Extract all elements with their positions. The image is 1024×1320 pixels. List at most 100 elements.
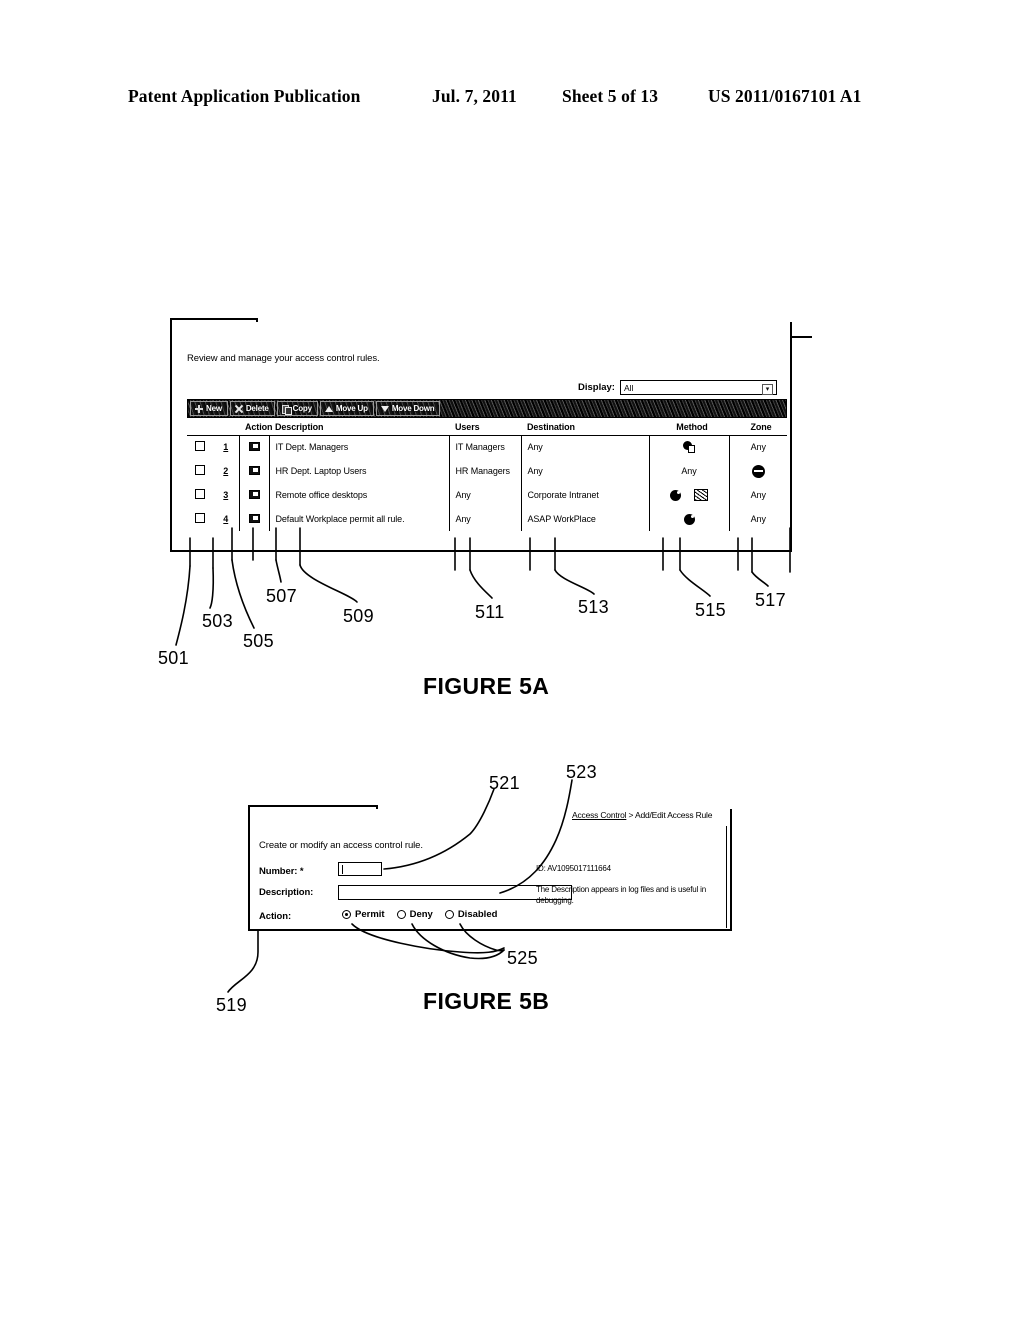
table-header-rule — [187, 435, 787, 436]
patent-header: Patent Application Publication Jul. 7, 2… — [0, 86, 1024, 112]
lock-icon — [682, 440, 696, 454]
reference-numeral-503: 503 — [202, 611, 233, 631]
rule-flag-icon — [248, 513, 260, 523]
publication-label: Patent Application Publication — [128, 86, 361, 106]
rule-number-link[interactable]: 2 — [223, 466, 228, 476]
breadcrumb-link-access-control[interactable]: Access Control — [572, 810, 627, 820]
copy-button[interactable]: Copy — [276, 401, 318, 416]
delete-button-label: Delete — [245, 404, 269, 413]
row-action-cell — [238, 483, 269, 507]
row-description-cell: IT Dept. Managers — [268, 435, 449, 459]
move-up-button-label: Move Up — [335, 404, 368, 413]
col-header-action: Action — [245, 421, 273, 432]
col-header-select — [187, 419, 213, 435]
access-control-outer-frame — [0, 0, 640, 238]
table-row: 3 Remote office desktops Any Corporate I… — [187, 483, 787, 507]
breadcrumb-separator: > — [626, 810, 635, 820]
col-header-description: Description — [275, 421, 324, 432]
reference-numeral-501: 501 — [158, 648, 189, 668]
number-input[interactable] — [338, 862, 382, 876]
reference-numeral-521: 521 — [489, 773, 520, 793]
rule-flag-icon — [248, 441, 260, 451]
breadcrumb: Access Control > Add/Edit Access Rule — [572, 810, 712, 820]
reference-numeral-509: 509 — [343, 606, 374, 626]
radio-disabled-label: Disabled — [457, 909, 498, 920]
new-button-label: New — [206, 404, 222, 413]
rule-flag-icon — [248, 465, 260, 475]
ball-icon — [683, 513, 695, 525]
row-users-cell: Any — [448, 507, 521, 531]
row-checkbox[interactable] — [195, 489, 205, 499]
row-destination-cell: ASAP WorkPlace — [520, 507, 649, 531]
row-description-cell: Remote office desktops — [268, 483, 449, 507]
number-label: Number: * — [259, 866, 304, 877]
row-destination-cell: Any — [520, 459, 649, 483]
row-description-cell: HR Dept. Laptop Users — [268, 459, 449, 483]
row-zone-cell: Any — [728, 483, 787, 507]
col-header-users: Users — [455, 421, 480, 432]
display-select[interactable]: All ▾ — [619, 380, 777, 395]
rule-number-link[interactable]: 4 — [223, 514, 228, 524]
radio-deny-indicator — [396, 910, 406, 919]
row-checkbox[interactable] — [195, 513, 205, 523]
action-radio-group: Permit Deny Disabled — [342, 909, 497, 920]
patent-number: US 2011/0167101 A1 — [708, 86, 862, 106]
row-number-cell: 3 — [213, 483, 239, 507]
row-action-cell — [238, 507, 269, 531]
breadcrumb-current: Add/Edit Access Rule — [634, 810, 713, 820]
triangle-down-icon — [380, 405, 389, 413]
new-button[interactable]: New — [190, 401, 228, 416]
ball-icon — [669, 489, 681, 501]
row-users-cell: IT Managers — [448, 435, 521, 459]
radio-permit-label: Permit — [355, 909, 385, 920]
globe-icon — [694, 489, 709, 501]
table-row: 1 IT Dept. Managers IT Managers Any Any — [187, 435, 787, 459]
row-method-cell: Any — [648, 459, 729, 483]
radio-disabled-indicator — [444, 910, 454, 919]
row-zone-cell — [728, 459, 787, 483]
col-header-zone: Zone — [750, 421, 772, 432]
reference-numeral-519: 519 — [216, 995, 247, 1015]
rule-flag-icon — [248, 489, 260, 499]
table-row: 4 Default Workplace permit all rule. Any… — [187, 507, 787, 531]
radio-disabled[interactable]: Disabled — [444, 909, 498, 920]
reference-numeral-515: 515 — [695, 600, 726, 620]
chevron-down-icon: ▾ — [761, 384, 773, 395]
row-zone-cell: Any — [728, 507, 787, 531]
row-number-cell: 1 — [213, 435, 239, 459]
row-method-cell — [648, 483, 729, 507]
publication-date: Jul. 7, 2011 — [432, 86, 517, 106]
row-select-cell — [187, 459, 213, 483]
reference-numeral-513: 513 — [578, 597, 609, 617]
reference-numeral-517: 517 — [755, 590, 786, 610]
reference-numeral-507: 507 — [266, 586, 297, 606]
row-checkbox[interactable] — [195, 441, 205, 451]
rule-number-link[interactable]: 1 — [223, 442, 228, 452]
action-label: Action: — [259, 911, 292, 922]
display-select-value: All — [623, 382, 634, 393]
row-method-cell — [648, 507, 729, 531]
radio-deny[interactable]: Deny — [396, 909, 433, 920]
reference-numeral-523: 523 — [566, 762, 597, 782]
row-select-cell — [187, 435, 213, 459]
reference-numeral-525: 525 — [507, 948, 538, 968]
row-action-cell — [238, 435, 269, 459]
text-cursor-icon — [342, 864, 343, 874]
row-users-cell: Any — [448, 483, 521, 507]
rules-toolbar: New Delete Copy Move Up Move Down — [187, 399, 787, 418]
description-label: Description: — [259, 887, 314, 898]
radio-permit[interactable]: Permit — [342, 909, 385, 920]
row-select-cell — [187, 507, 213, 531]
row-number-cell: 4 — [213, 507, 239, 531]
delete-button[interactable]: Delete — [229, 401, 275, 416]
table-header-row: Action Description Users Destination Met… — [187, 419, 787, 435]
row-zone-cell: Any — [728, 435, 787, 459]
x-icon — [235, 405, 243, 413]
move-up-button[interactable]: Move Up — [319, 401, 374, 416]
rule-number-link[interactable]: 3 — [223, 490, 228, 500]
move-down-button[interactable]: Move Down — [375, 401, 441, 416]
copy-icon — [281, 404, 292, 415]
rule-id-text: ID: AV1095017111664 — [536, 864, 611, 873]
row-checkbox[interactable] — [195, 465, 205, 475]
figure-5b-caption: FIGURE 5B — [423, 988, 550, 1014]
